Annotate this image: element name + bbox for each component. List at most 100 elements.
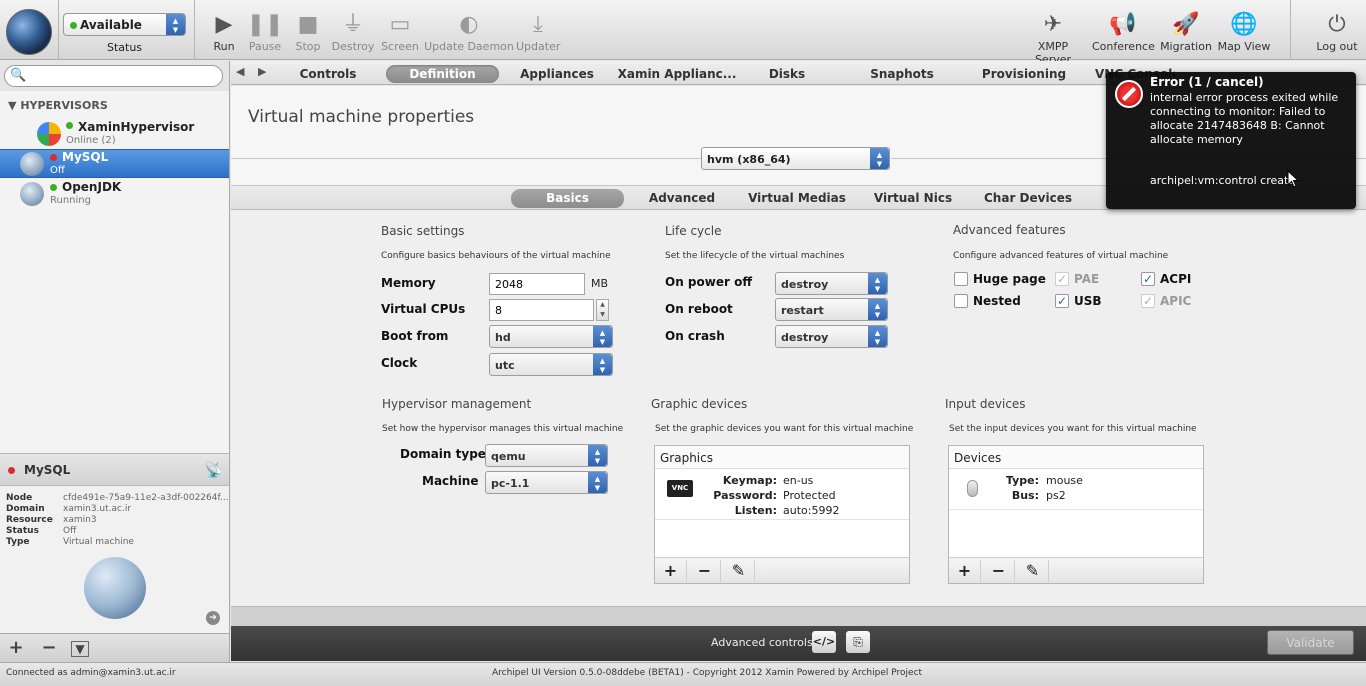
undo-document-icon[interactable]: ⎘ bbox=[846, 631, 870, 653]
availability-select[interactable]: Available ▲ ▼ bbox=[63, 13, 186, 36]
contact-name: XaminHypervisor bbox=[78, 120, 195, 134]
tab-virtual-nics[interactable]: Virtual Nics bbox=[871, 189, 955, 208]
edit-pencil-icon[interactable]: ✎ bbox=[723, 560, 755, 582]
tab-provisioning[interactable]: Provisioning bbox=[974, 65, 1074, 83]
basic-settings-desc: Configure basics behaviours of the virtu… bbox=[381, 251, 611, 261]
machine-value: pc-1.1 bbox=[491, 477, 530, 490]
search-input[interactable] bbox=[4, 65, 223, 87]
info-value: Virtual machine bbox=[63, 537, 134, 547]
roster-panel: ▼ HYPERVISORS XaminHypervisor Online (2)… bbox=[0, 91, 230, 453]
architecture-select[interactable]: hvm (x86_64) ▲ ▼ bbox=[701, 147, 890, 170]
chevron-updown-icon: ▲ ▼ bbox=[166, 14, 185, 35]
input-devices-desc: Set the input devices you want for this … bbox=[949, 424, 1197, 434]
chevron-updown-icon: ▲ ▼ bbox=[588, 472, 607, 493]
map-view-button[interactable]: 🌐 Map View bbox=[1217, 8, 1271, 58]
roster-group-label: HYPERVISORS bbox=[20, 99, 108, 112]
tab-virtual-medias[interactable]: Virtual Medias bbox=[747, 189, 847, 208]
add-graphics-button[interactable]: + bbox=[655, 560, 687, 582]
pause-icon: ❚❚ bbox=[246, 12, 284, 37]
roster-menu-icon[interactable]: ▼ bbox=[71, 641, 89, 657]
power-off-select[interactable]: destroy ▲ ▼ bbox=[775, 272, 888, 295]
nav-forward-icon[interactable]: ▶ bbox=[258, 65, 266, 78]
tab-disks[interactable]: Disks bbox=[758, 65, 816, 83]
tab-controls[interactable]: Controls bbox=[291, 65, 365, 83]
vm-avatar-globe bbox=[84, 557, 146, 619]
logout-label: Log out bbox=[1316, 40, 1358, 53]
conference-button[interactable]: 📢 Conference bbox=[1092, 8, 1155, 58]
virtual-machine-icon bbox=[20, 182, 44, 206]
edit-pencil-icon[interactable]: ✎ bbox=[1017, 560, 1049, 582]
graphic-devices-title: Graphic devices bbox=[651, 397, 748, 411]
collapse-triangle-icon: ▼ bbox=[8, 99, 17, 112]
tab-basics[interactable]: Basics bbox=[511, 189, 624, 208]
power-off-label: On power off bbox=[665, 275, 753, 289]
memory-input[interactable] bbox=[489, 273, 585, 295]
xml-editor-icon[interactable]: </> bbox=[812, 631, 836, 653]
migration-button[interactable]: 🚀 Migration bbox=[1158, 8, 1214, 58]
info-key: Node bbox=[6, 493, 33, 503]
vcpu-input[interactable] bbox=[489, 299, 594, 321]
roster-contact-xaminhypervisor[interactable]: XaminHypervisor Online (2) bbox=[0, 118, 229, 148]
add-contact-button[interactable]: + bbox=[3, 638, 29, 660]
plug-icon: ⏚ bbox=[341, 12, 364, 37]
advanced-features-title: Advanced features bbox=[953, 223, 1066, 237]
tab-char-devices[interactable]: Char Devices bbox=[981, 189, 1075, 208]
run-button[interactable]: ▶ Run bbox=[204, 8, 244, 58]
nested-checkbox[interactable] bbox=[954, 294, 968, 308]
boot-from-select[interactable]: hd ▲ ▼ bbox=[489, 325, 613, 348]
acpi-checkbox[interactable]: ✓ bbox=[1141, 272, 1155, 286]
xmpp-server-button[interactable]: ✈ XMPP Server bbox=[1019, 8, 1087, 66]
acpi-label: ACPI bbox=[1160, 272, 1192, 286]
pause-button[interactable]: ❚❚ Pause bbox=[245, 8, 285, 58]
roster-actions-bar: + − ▼ bbox=[0, 633, 230, 663]
roster-group-hypervisors[interactable]: ▼ HYPERVISORS bbox=[8, 99, 108, 112]
update-daemon-label: Update Daemon bbox=[424, 40, 514, 53]
info-value: cfde491e-75a9-11e2-a3df-002264f... bbox=[63, 493, 229, 503]
satellite-dish-icon[interactable]: 📡 bbox=[204, 461, 223, 479]
remove-contact-button[interactable]: − bbox=[36, 638, 62, 660]
usb-checkbox[interactable]: ✓ bbox=[1055, 294, 1069, 308]
update-daemon-button[interactable]: ◐ Update Daemon bbox=[424, 8, 514, 58]
remove-input-device-button[interactable]: − bbox=[983, 560, 1015, 582]
screen-button[interactable]: ▭ Screen bbox=[379, 8, 421, 58]
roster-contact-openjdk[interactable]: OpenJDK Running bbox=[0, 180, 229, 210]
logout-button[interactable]: ⏻ Log out bbox=[1314, 8, 1360, 58]
apic-checkbox[interactable]: ✓ bbox=[1141, 294, 1155, 308]
clock-select[interactable]: utc ▲ ▼ bbox=[489, 353, 613, 376]
huge-page-checkbox[interactable] bbox=[954, 272, 968, 286]
tab-advanced[interactable]: Advanced bbox=[641, 189, 723, 208]
domain-type-select[interactable]: qemu ▲ ▼ bbox=[485, 444, 608, 467]
graphics-row[interactable]: VNC Keymap: en-us Password: Protected Li… bbox=[655, 470, 909, 520]
main-footer-strip bbox=[231, 606, 1366, 626]
contact-info-panel: MySQL 📡 Node cfde491e-75a9-11e2-a3df-002… bbox=[0, 453, 230, 633]
add-input-device-button[interactable]: + bbox=[949, 560, 981, 582]
contact-status: Off bbox=[50, 165, 65, 176]
stop-button[interactable]: ■ Stop bbox=[288, 8, 328, 58]
tab-xamin-appliances[interactable]: Xamin Applianc... bbox=[615, 65, 739, 83]
input-device-row[interactable]: Type: mouse Bus: ps2 bbox=[949, 470, 1203, 510]
arrow-right-circle-icon[interactable]: ➔ bbox=[206, 611, 220, 625]
chevron-updown-icon: ▲ ▼ bbox=[870, 148, 889, 169]
pae-checkbox[interactable]: ✓ bbox=[1055, 272, 1069, 286]
advanced-features-desc: Configure advanced features of virtual m… bbox=[953, 251, 1169, 261]
roster-contact-mysql[interactable]: MySQL Off bbox=[0, 149, 229, 178]
nav-back-icon[interactable]: ◀ bbox=[236, 65, 244, 78]
rocket-icon: 🚀 bbox=[1172, 12, 1200, 37]
contact-status-dot bbox=[50, 184, 57, 191]
tab-snapshots[interactable]: Snaphots bbox=[861, 65, 943, 83]
tab-definition[interactable]: Definition bbox=[386, 65, 499, 83]
input-devices-title: Input devices bbox=[945, 397, 1026, 411]
crash-select[interactable]: destroy ▲ ▼ bbox=[775, 325, 888, 348]
reboot-select[interactable]: restart ▲ ▼ bbox=[775, 298, 888, 321]
machine-select[interactable]: pc-1.1 ▲ ▼ bbox=[485, 471, 608, 494]
apic-label: APIC bbox=[1160, 294, 1192, 308]
updater-button[interactable]: ⤓ Updater bbox=[516, 8, 560, 58]
validate-button[interactable]: Validate bbox=[1267, 630, 1354, 655]
remove-graphics-button[interactable]: − bbox=[689, 560, 721, 582]
contact-name: MySQL bbox=[62, 150, 109, 164]
vcpu-stepper[interactable]: ▲ ▼ bbox=[596, 299, 609, 321]
error-notification[interactable]: Error (1 / cancel) internal error proces… bbox=[1106, 72, 1356, 209]
destroy-button[interactable]: ⏚ Destroy bbox=[331, 8, 375, 58]
advanced-controls-label: Advanced controls: bbox=[711, 636, 817, 649]
tab-appliances[interactable]: Appliances bbox=[514, 65, 600, 83]
